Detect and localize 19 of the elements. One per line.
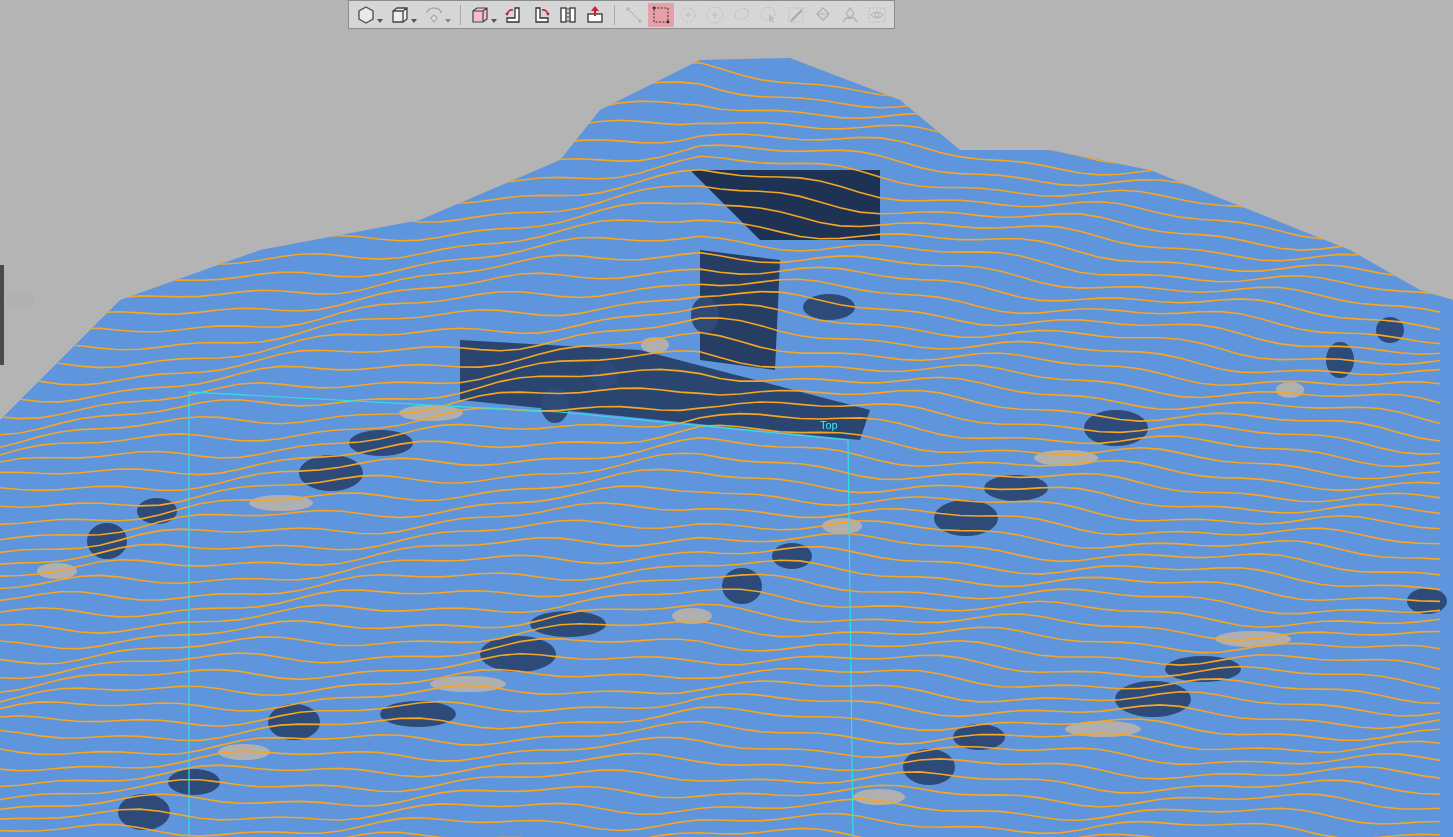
ruler-icon: [624, 4, 644, 25]
arrow-up-icon: [585, 4, 605, 25]
eye-icon: [867, 4, 887, 25]
pencil-icon: [786, 4, 806, 25]
dropdown-caret-icon: [411, 18, 417, 23]
orbit-icon: [424, 4, 444, 25]
hexagon-icon: [356, 4, 376, 25]
dropdown-caret-icon: [491, 18, 497, 23]
dropdown-caret-icon: [445, 18, 451, 23]
split-icon: [558, 4, 578, 25]
circle-plus-icon: [705, 4, 725, 25]
view-label: Top: [820, 420, 838, 431]
box-icon: [470, 4, 490, 25]
rectangle-select-icon: [651, 4, 671, 25]
cursor-icon: [759, 4, 779, 25]
dropdown-caret-icon: [377, 18, 383, 23]
cube-icon: [390, 4, 410, 25]
side-panel-handle[interactable]: [0, 265, 4, 365]
tool-button[interactable]: [648, 2, 674, 27]
